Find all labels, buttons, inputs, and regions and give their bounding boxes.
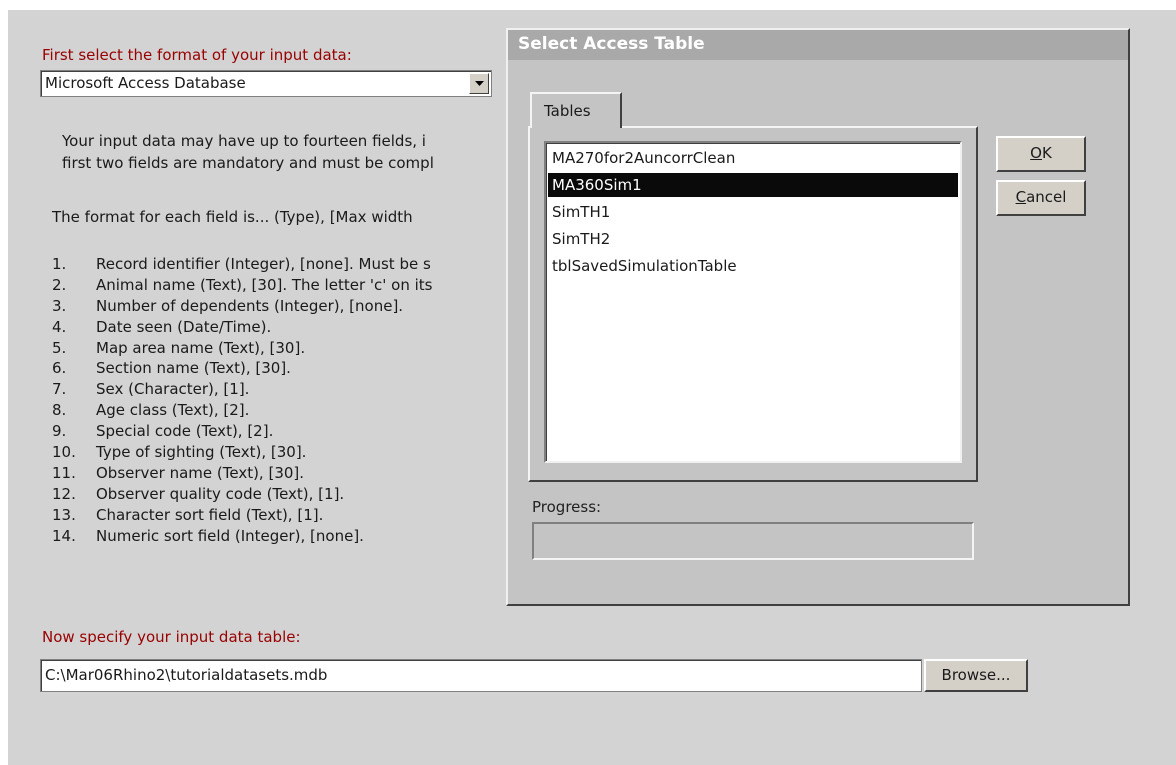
cancel-button-mnemonic: C [1015, 188, 1027, 206]
field-list-item: 5. Map area name (Text), [30]. [52, 338, 432, 359]
progress-bar [532, 522, 974, 560]
field-list-item: 9. Special code (Text), [2]. [52, 421, 432, 442]
format-dropdown-button[interactable] [469, 73, 489, 94]
field-text: Section name (Text), [30]. [96, 359, 291, 378]
cancel-button[interactable]: Cancel [996, 180, 1086, 216]
field-text: Number of dependents (Integer), [none]. [96, 296, 404, 315]
field-list-item: 2. Animal name (Text), [30]. The letter '… [52, 275, 432, 296]
field-number: 8. [52, 401, 67, 420]
description-line-1: Your input data may have up to fourteen … [62, 132, 426, 150]
description-line-2: first two fields are mandatory and must … [62, 154, 434, 172]
format-prompt-label: First select the format of your input da… [42, 46, 352, 64]
chevron-down-icon [475, 81, 484, 86]
field-list-item: 3. Number of dependents (Integer), [none]… [52, 296, 432, 317]
table-list-item[interactable]: SimTH1 [548, 200, 958, 224]
field-text: Animal name (Text), [30]. The letter 'c'… [96, 275, 433, 294]
field-number: 12. [52, 484, 76, 503]
field-list-item: 11. Observer name (Text), [30]. [52, 463, 432, 484]
ok-button-mnemonic: O [1030, 144, 1042, 162]
field-number: 10. [52, 443, 76, 462]
progress-label: Progress: [532, 498, 602, 516]
field-list-item: 1. Record identifier (Integer), [none]. M… [52, 254, 432, 275]
dialog-title: Select Access Table [518, 34, 705, 54]
field-number: 9. [52, 422, 67, 441]
field-list-item: 10. Type of sighting (Text), [30]. [52, 442, 432, 463]
field-number: 4. [52, 317, 67, 336]
field-text: Observer quality code (Text), [1]. [96, 484, 345, 503]
field-number: 3. [52, 296, 67, 315]
field-text: Observer name (Text), [30]. [96, 463, 305, 482]
field-text: Special code (Text), [2]. [96, 422, 274, 441]
ok-button-label-rest: K [1041, 144, 1052, 162]
field-list-item: 7. Sex (Character), [1]. [52, 379, 432, 400]
field-list-item: 4. Date seen (Date/Time). [52, 317, 432, 338]
dialog-title-bar[interactable]: Select Access Table [508, 30, 1128, 60]
field-number: 14. [52, 526, 76, 545]
table-list[interactable]: MA270for2AuncorrClean MA360Sim1 SimTH1 SimT… [544, 141, 962, 463]
field-text: Sex (Character), [1]. [96, 380, 250, 399]
table-list-item[interactable]: SimTH2 [548, 227, 958, 251]
field-text: Numeric sort field (Integer), [none]. [96, 526, 364, 545]
field-number: 11. [52, 463, 76, 482]
table-path-value: C:\Mar06Rhino2\tutorialdatasets.mdb [45, 666, 328, 684]
browse-button[interactable]: Browse... [924, 659, 1028, 692]
field-number: 7. [52, 380, 67, 399]
tab-tables-label: Tables [544, 102, 591, 120]
field-text: Age class (Text), [2]. [96, 401, 250, 420]
field-number: 13. [52, 505, 76, 524]
field-text: Date seen (Date/Time). [96, 317, 272, 336]
format-select[interactable]: Microsoft Access Database [40, 70, 492, 97]
ok-button[interactable]: OK [996, 136, 1086, 172]
field-text: Record identifier (Integer), [none]. Mus… [96, 255, 431, 273]
field-list-item: 12. Observer quality code (Text), [1]. [52, 484, 432, 505]
table-list-item[interactable]: MA270for2AuncorrClean [548, 146, 958, 170]
format-select-value: Microsoft Access Database [45, 74, 246, 92]
field-list: 1. Record identifier (Integer), [none]. M… [52, 254, 432, 546]
field-list-item: 8. Age class (Text), [2]. [52, 400, 432, 421]
tab-tables[interactable]: Tables [530, 92, 622, 128]
format-description: The format for each field is... (Type), … [52, 208, 413, 226]
field-number: 2. [52, 275, 67, 294]
field-list-item: 13. Character sort field (Text), [1]. [52, 505, 432, 526]
field-list-item: 14. Numeric sort field (Integer), [none]. [52, 526, 432, 547]
field-text: Map area name (Text), [30]. [96, 338, 306, 357]
field-text: Character sort field (Text), [1]. [96, 505, 324, 524]
table-list-item[interactable]: tblSavedSimulationTable [548, 254, 958, 278]
field-number: 5. [52, 338, 67, 357]
table-prompt-label: Now specify your input data table: [42, 628, 301, 646]
field-number: 1. [52, 255, 67, 273]
field-text: Type of sighting (Text), [30]. [96, 443, 307, 462]
table-list-item[interactable]: MA360Sim1 [548, 173, 958, 197]
field-list-item: 6. Section name (Text), [30]. [52, 358, 432, 379]
cancel-button-label-rest: ancel [1026, 188, 1067, 206]
field-number: 6. [52, 359, 67, 378]
table-path-input[interactable]: C:\Mar06Rhino2\tutorialdatasets.mdb [40, 659, 922, 692]
